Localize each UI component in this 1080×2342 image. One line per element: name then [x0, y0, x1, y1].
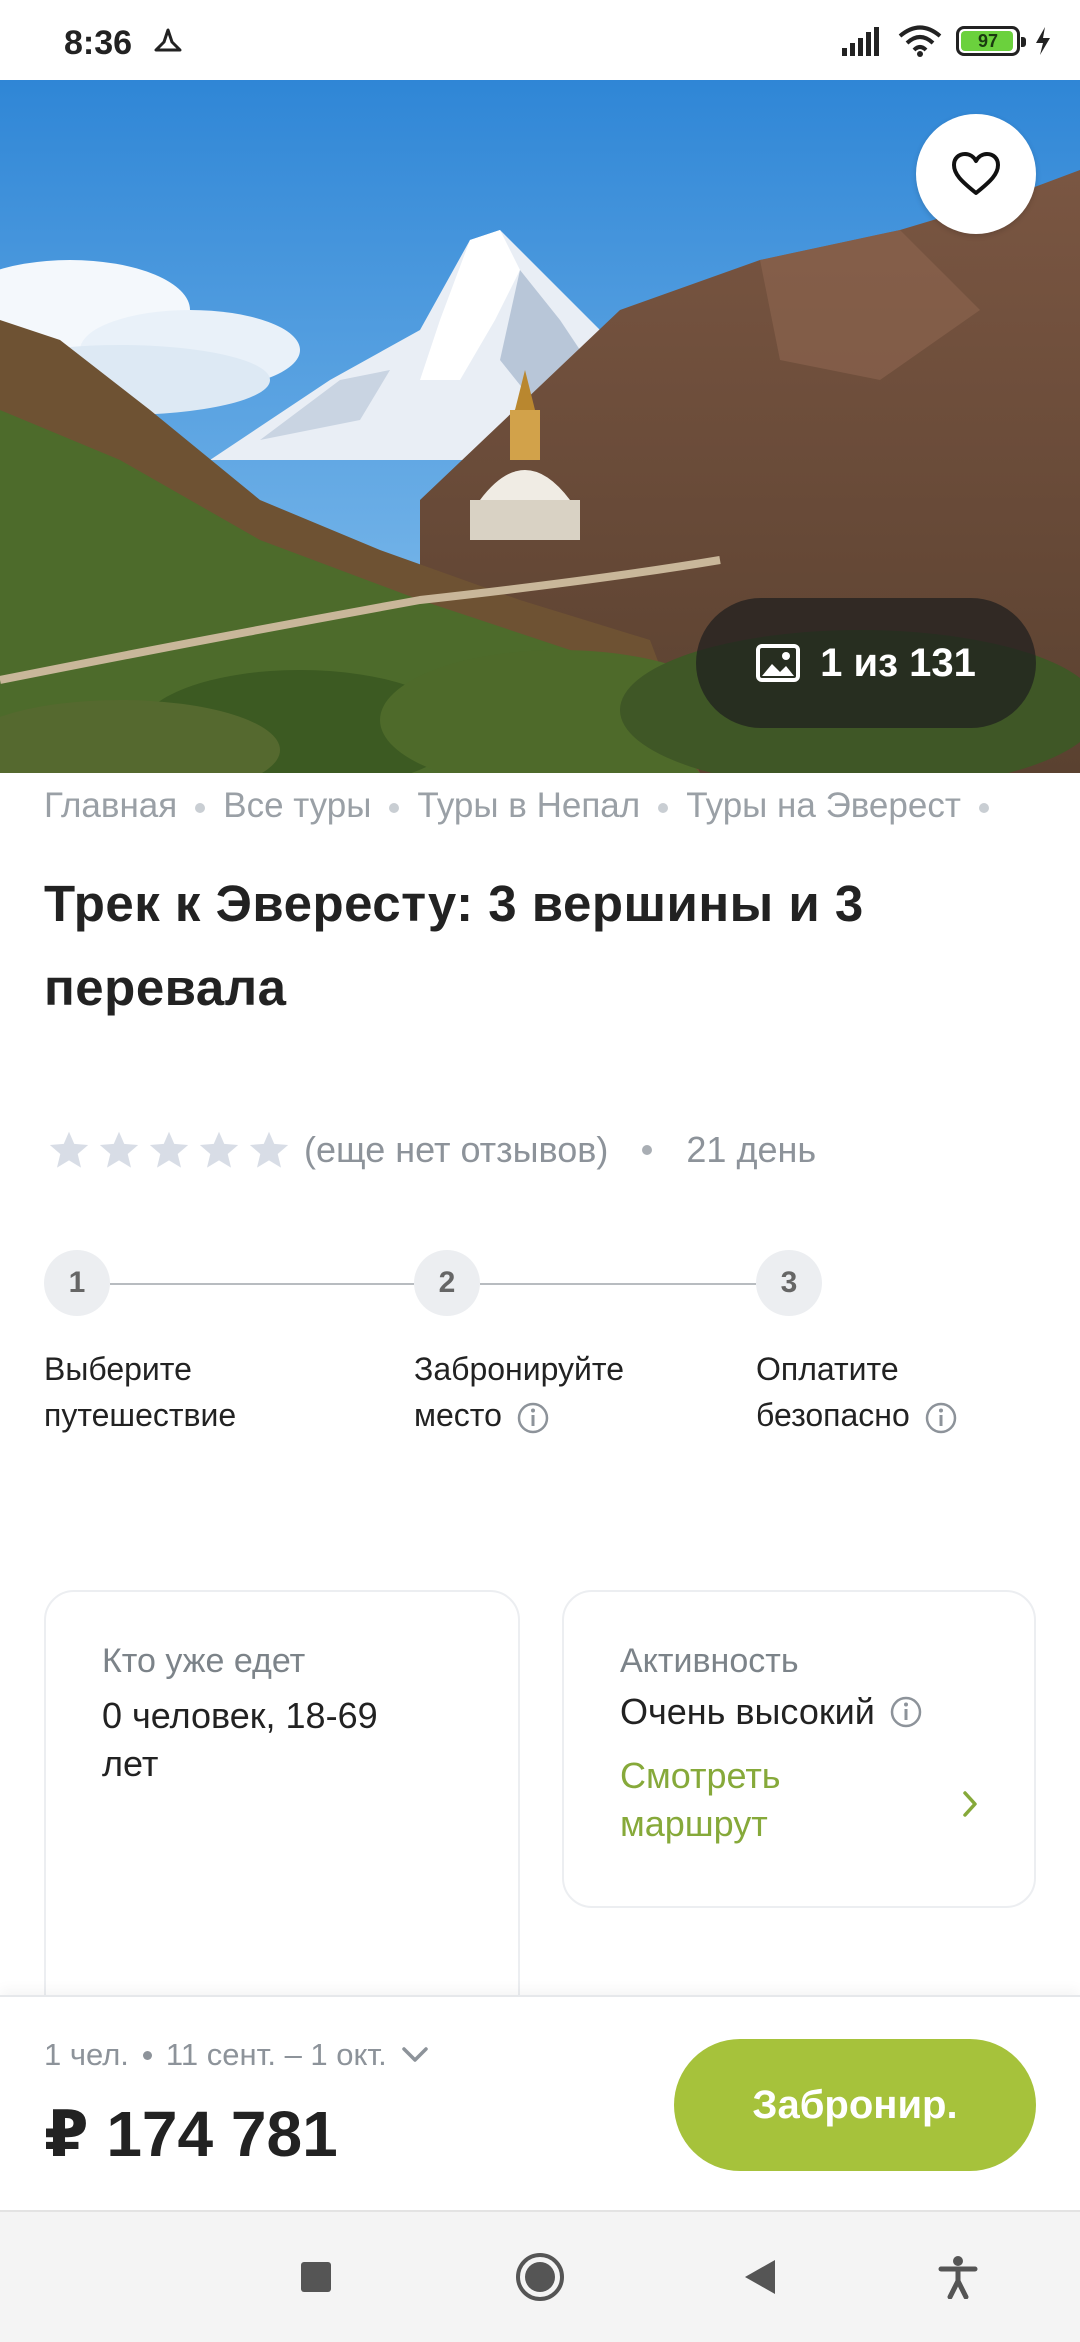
- battery-indicator: 97: [956, 26, 1026, 56]
- star-icon: [49, 1131, 89, 1168]
- nav-home-icon: [516, 2253, 564, 2301]
- book-button[interactable]: Забронир.: [674, 2039, 1036, 2171]
- accessibility-button[interactable]: [918, 2212, 998, 2342]
- nav-recents-icon: [301, 2262, 331, 2292]
- heart-icon: [952, 152, 1000, 195]
- info-icon[interactable]: [516, 1401, 550, 1435]
- chevron-right-icon: [963, 1791, 977, 1817]
- breadcrumb-nepal-tours[interactable]: Туры в Непал: [417, 786, 640, 825]
- rating-stars: [48, 1130, 290, 1170]
- step-1-number: 1: [44, 1250, 110, 1316]
- nav-back-button[interactable]: [720, 2212, 800, 2342]
- charging-icon: [1036, 27, 1050, 55]
- star-icon: [199, 1131, 239, 1168]
- star-icon: [249, 1131, 289, 1168]
- booking-dates: 11 сент. – 1 окт.: [165, 2037, 387, 2072]
- reviews-link[interactable]: (еще нет отзывов): [304, 1129, 608, 1171]
- favorite-button[interactable]: [916, 114, 1036, 234]
- nav-recents-button[interactable]: [276, 2212, 356, 2342]
- breadcrumb-everest-tours[interactable]: Туры на Эверест: [686, 786, 961, 825]
- info-icon[interactable]: [889, 1695, 923, 1729]
- booking-options[interactable]: 1 чел. 11 сент. – 1 окт.: [44, 2037, 429, 2073]
- signal-icon: [842, 27, 879, 56]
- activity-value: Очень высокий: [620, 1691, 875, 1732]
- tour-price: ₽ 174 781: [44, 2098, 338, 2170]
- star-icon: [99, 1131, 139, 1168]
- image-icon: [756, 644, 801, 682]
- breadcrumb-home[interactable]: Главная: [44, 786, 177, 825]
- step-2-number: 2: [414, 1250, 480, 1316]
- accessibility-icon: [938, 2256, 978, 2299]
- breadcrumb-all-tours[interactable]: Все туры: [223, 786, 371, 825]
- tour-photo[interactable]: 1 из 131: [0, 80, 1080, 773]
- nav-back-icon: [745, 2260, 775, 2294]
- view-route-link[interactable]: Смотреть маршрут: [620, 1752, 980, 1856]
- star-icon: [149, 1131, 189, 1168]
- gallery-counter-text: 1 из 131: [820, 640, 976, 685]
- system-nav-bar: [0, 2210, 1080, 2342]
- activity-label: Активность: [620, 1642, 799, 1680]
- breadcrumb: Главная Все туры Туры в Непал Туры на Эвере…: [44, 786, 1007, 826]
- booking-steps: 1 2 3 Выберите путешествие Забронируйте …: [44, 1250, 1044, 1450]
- gallery-counter[interactable]: 1 из 131: [696, 598, 1036, 728]
- step-1-label: Выберите путешествие: [44, 1351, 237, 1433]
- tour-duration: 21 день: [686, 1129, 817, 1170]
- step-2-label: Забронируйте место: [414, 1351, 624, 1435]
- activity-card: Активность Очень высокий Смотреть маршру…: [562, 1590, 1036, 1908]
- page-title: Трек к Эвересту: 3 вершины и 3 перевала: [44, 875, 864, 1016]
- participants-value: 0 человек, 18-69 лет: [102, 1695, 378, 1784]
- battery-level: 97: [977, 31, 999, 51]
- activity-value-row: Очень высокий: [620, 1688, 923, 1736]
- status-time: 8:36: [64, 24, 133, 62]
- status-indicators: 97: [840, 22, 1052, 60]
- step-3-label: Оплатите безопасно: [756, 1346, 958, 1438]
- participants-label: Кто уже едет: [102, 1642, 306, 1680]
- participants-card: Кто уже едет 0 человек, 18-69 лет: [44, 1590, 520, 2030]
- booking-bar: 1 чел. 11 сент. – 1 окт. ₽ 174 781 Забро…: [0, 1995, 1080, 2212]
- wifi-icon: [898, 25, 942, 57]
- notification-icon: [154, 28, 182, 52]
- step-3-number: 3: [756, 1250, 822, 1316]
- rating-row: (еще нет отзывов) 21 день: [48, 1120, 816, 1180]
- booking-people: 1 чел.: [44, 2037, 129, 2072]
- info-icon[interactable]: [924, 1401, 958, 1435]
- chevron-down-icon: [402, 2047, 428, 2062]
- status-bar: 8:36 97: [0, 0, 1080, 80]
- nav-home-button[interactable]: [500, 2212, 580, 2342]
